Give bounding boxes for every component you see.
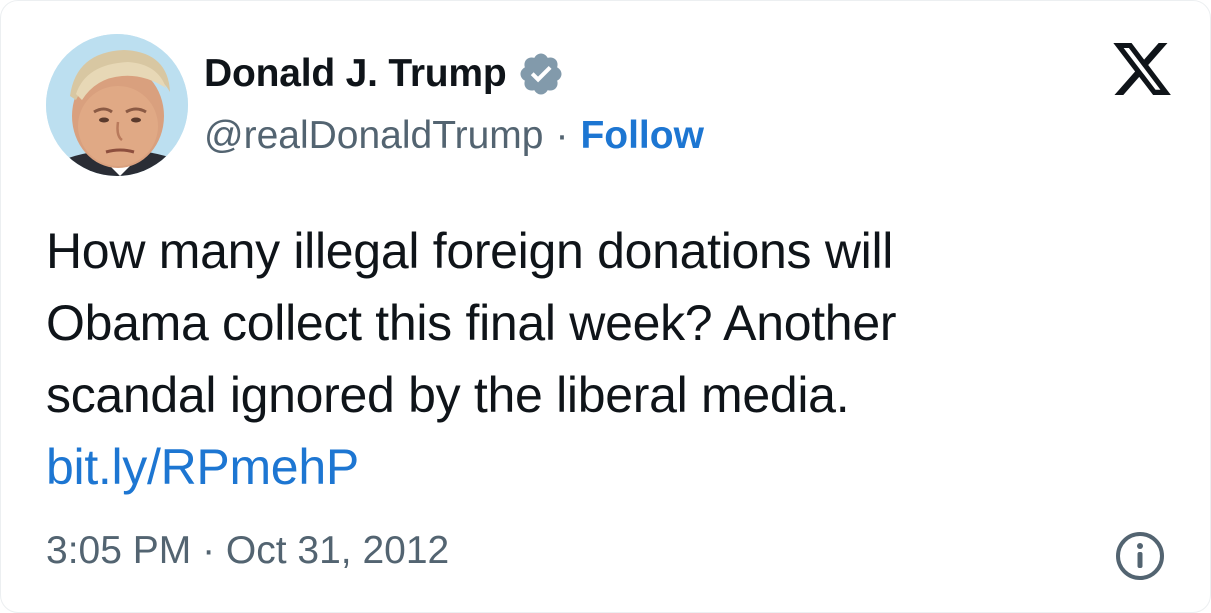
avatar-image <box>46 34 188 176</box>
tweet-line: scandal ignored by the liberal media. <box>46 367 850 423</box>
tweet-line: How many illegal foreign donations will <box>46 223 894 279</box>
follow-button[interactable]: Follow <box>580 114 703 158</box>
tweet-card: Donald J. Trump @realDonaldTrump · Follo… <box>0 0 1211 613</box>
tweet-timestamp[interactable]: 3:05 PM · Oct 31, 2012 <box>46 529 449 573</box>
verified-badge-icon <box>517 50 565 98</box>
author-name-row: Donald J. Trump <box>204 49 565 99</box>
author-handle-row: @realDonaldTrump · Follow <box>204 111 704 161</box>
author-handle[interactable]: @realDonaldTrump <box>204 114 543 158</box>
tweet-line: Obama collect this final week? Another <box>46 295 897 351</box>
info-icon[interactable] <box>1113 529 1167 583</box>
tweet-link[interactable]: bit.ly/RPmehP <box>46 431 1156 503</box>
avatar[interactable] <box>46 34 188 176</box>
tweet-text: How many illegal foreign donations will … <box>46 215 1156 503</box>
separator-dot: · <box>555 114 569 157</box>
x-logo-icon[interactable] <box>1108 37 1176 101</box>
author-display-name[interactable]: Donald J. Trump <box>204 52 507 96</box>
